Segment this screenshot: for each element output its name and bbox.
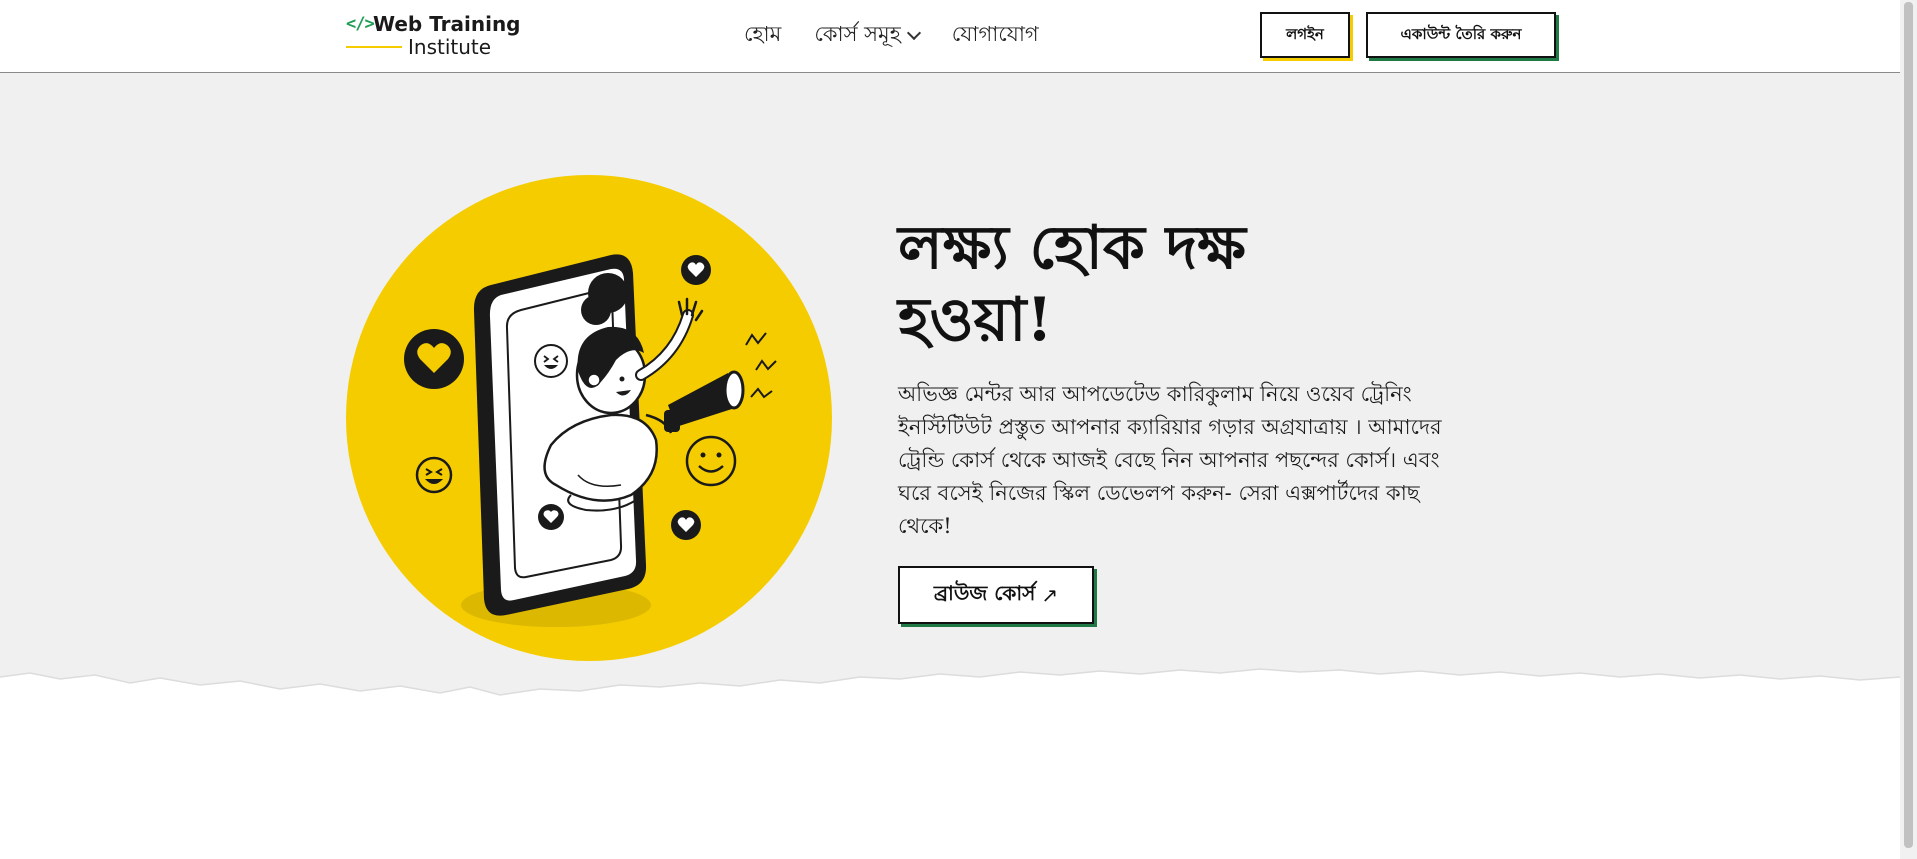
nav-item-contact[interactable]: যোগাযোগ <box>952 18 1039 53</box>
logo-underline <box>346 46 402 48</box>
site-header: </> Web Training Institute হোম কোর্স সমূ… <box>0 0 1900 73</box>
nav-item-courses-label: কোর্স সমূহ <box>814 21 901 46</box>
main-nav: হোম কোর্স সমূহ যোগাযোগ <box>744 18 1039 52</box>
torn-paper-edge <box>0 668 1900 735</box>
browse-courses-button[interactable]: ব্রাউজ কোর্স ↗ <box>898 566 1094 624</box>
heart-icon <box>681 255 711 285</box>
nav-item-home[interactable]: হোম <box>744 18 781 53</box>
heart-icon <box>404 329 464 389</box>
login-button[interactable]: লগইন <box>1260 12 1350 58</box>
heart-icon <box>671 510 701 540</box>
chevron-down-icon <box>906 25 921 41</box>
hero-title: লক্ষ্য হোক দক্ষ হওয়া! <box>898 213 1246 355</box>
page: </> Web Training Institute হোম কোর্স সমূ… <box>0 0 1917 859</box>
logo-text-line2: Institute <box>408 35 492 59</box>
code-brackets-icon: </> <box>346 14 375 34</box>
nav-item-home-label: হোম <box>744 21 782 46</box>
create-account-button[interactable]: একাউন্ট তৈরি করুন <box>1366 12 1556 58</box>
hero-illustration <box>346 175 832 661</box>
site-logo[interactable]: </> Web Training Institute <box>346 12 521 60</box>
laughing-emoji-icon <box>534 344 568 378</box>
nav-item-courses[interactable]: কোর্স সমূহ <box>814 18 921 53</box>
nav-item-contact-label: যোগাযোগ <box>951 21 1039 46</box>
heart-icon <box>538 504 564 530</box>
hero-description: অভিজ্ঞ মেন্টর আর আপডেটেড কারিকুলাম নিয়ে… <box>898 382 1442 538</box>
smiley-emoji-icon <box>685 435 737 487</box>
browse-courses-label: ব্রাউজ কোর্স <box>933 580 1036 605</box>
scrollbar-thumb[interactable] <box>1904 2 1913 848</box>
arrow-up-right-icon: ↗ <box>1041 583 1059 607</box>
logo-text-line1: Web Training <box>373 12 521 36</box>
vertical-scrollbar[interactable] <box>1900 0 1917 859</box>
